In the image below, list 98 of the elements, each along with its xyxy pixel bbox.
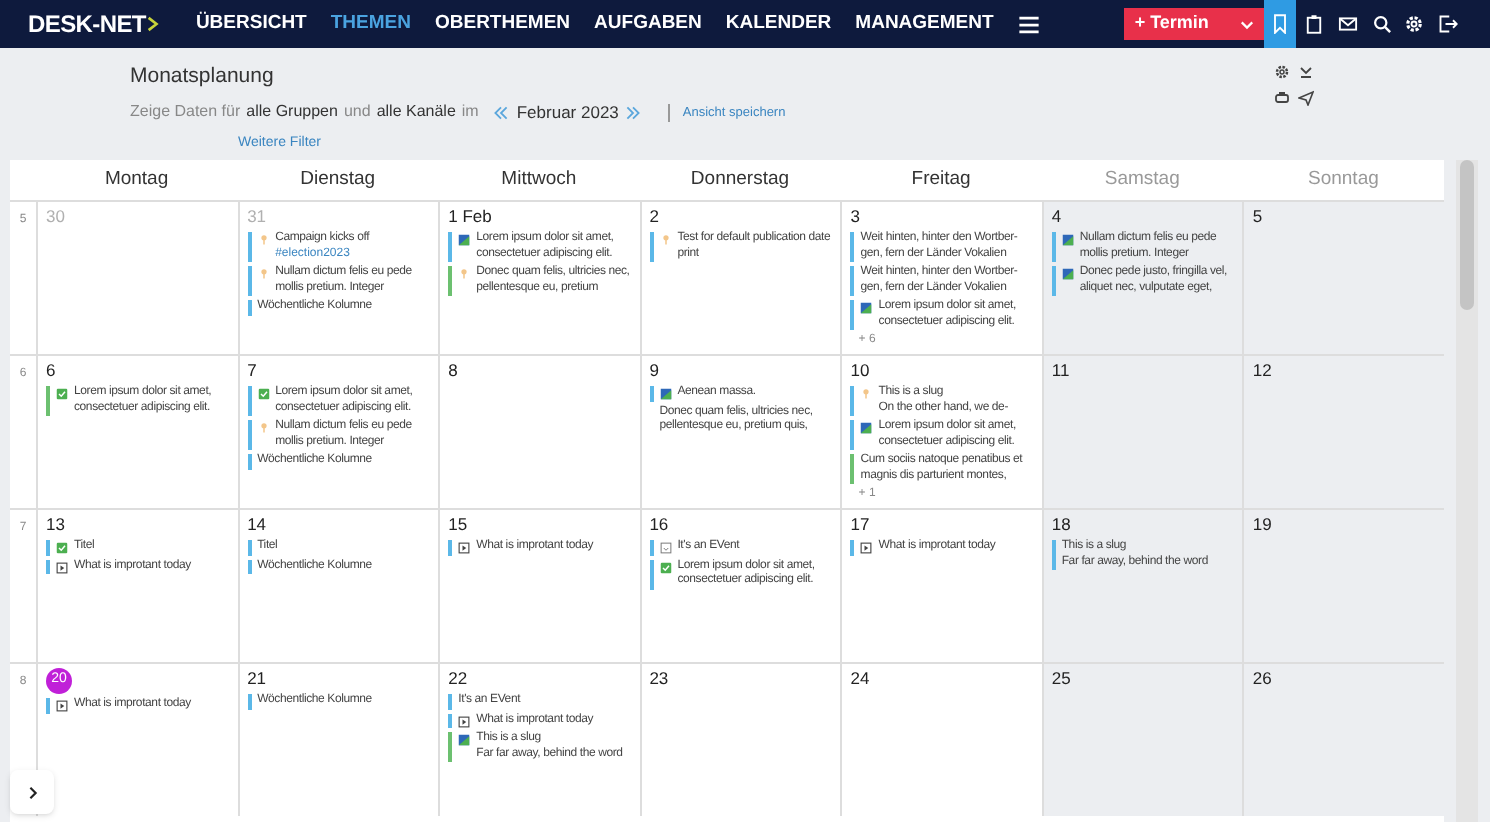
pin-icon <box>458 268 471 280</box>
day-number: 14 <box>247 514 267 536</box>
weekday-header: Mittwoch <box>501 165 577 194</box>
day-cell[interactable]: 23 <box>639 662 841 816</box>
day-number: 18 <box>1051 514 1071 536</box>
day-number: 11 <box>1051 360 1070 382</box>
nav-tab[interactable]: ÜBERSICHT <box>183 0 319 48</box>
day-cell[interactable]: 5 <box>1242 200 1444 354</box>
page-title: Monatsplanung <box>130 64 276 90</box>
image-icon <box>860 422 873 434</box>
clipboard-icon <box>1303 14 1324 34</box>
settings-icon[interactable] <box>1274 64 1290 80</box>
day-cell[interactable]: 19 <box>1242 508 1444 662</box>
day-number: 2 <box>649 206 659 228</box>
nav-tab[interactable]: MANAGEMENT <box>843 0 1006 48</box>
image-icon <box>458 234 471 246</box>
settings-icon <box>1404 14 1425 34</box>
pin-icon <box>659 234 672 246</box>
pin-icon <box>860 388 873 400</box>
image-icon <box>1061 268 1074 280</box>
day-number: 7 <box>247 360 257 382</box>
day-number: 25 <box>1051 668 1071 690</box>
day-number: 6 <box>46 360 56 382</box>
day-number: 31 <box>247 206 267 228</box>
day-number: 8 <box>448 360 458 382</box>
filter-value[interactable]: alle Gruppen <box>246 100 338 125</box>
image-icon <box>1061 234 1074 246</box>
day-number: 12 <box>1252 360 1272 382</box>
play-icon <box>458 715 471 727</box>
day-number: 16 <box>649 514 669 536</box>
weekday-header: Sonntag <box>1308 165 1379 194</box>
weekday-header: Montag <box>104 165 169 194</box>
day-number: 15 <box>448 514 468 536</box>
checkbox-icon <box>56 388 68 400</box>
bookmark-button[interactable] <box>1263 0 1297 48</box>
day-cell[interactable]: 11 <box>1041 354 1243 508</box>
nav-tab[interactable]: KALENDER <box>713 0 844 48</box>
download-icon[interactable] <box>1298 64 1314 80</box>
filter-label: im <box>461 100 479 125</box>
pin-icon <box>257 268 270 280</box>
day-cell[interactable]: 25 <box>1041 662 1243 816</box>
bookmark-icon <box>1270 14 1291 34</box>
weekday-header: Freitag <box>911 165 971 194</box>
weekday-header: Donnerstag <box>690 165 790 194</box>
logo-chevron-icon <box>145 14 160 34</box>
checkbox-icon <box>56 542 68 554</box>
logout-icon <box>1438 14 1459 34</box>
mail-icon <box>1337 14 1358 34</box>
day-number: 21 <box>247 668 267 690</box>
nav-tab[interactable]: AUFGABEN <box>582 0 714 48</box>
checkbox-icon <box>659 561 672 573</box>
filter-value[interactable]: alle Kanäle <box>376 100 456 125</box>
send-icon[interactable] <box>1298 90 1314 106</box>
day-number: 23 <box>649 668 669 690</box>
day-number: 4 <box>1051 206 1062 228</box>
day-number: 3 <box>850 206 861 228</box>
print-icon[interactable] <box>1274 90 1290 106</box>
checkbox-icon <box>257 388 270 400</box>
filter-label: und <box>343 100 371 125</box>
day-number: 5 <box>1252 206 1263 228</box>
logo-text: DESK-NET <box>28 8 146 42</box>
scrollbar[interactable] <box>1456 160 1478 822</box>
scrollbar-thumb[interactable] <box>1460 160 1474 310</box>
weekday-header: Dienstag <box>300 165 376 194</box>
day-number: 30 <box>46 206 65 228</box>
day-number: 17 <box>850 514 870 536</box>
chevron-right-icon <box>25 785 39 799</box>
play-icon <box>458 542 471 554</box>
image-icon <box>659 388 672 400</box>
pin-icon <box>257 234 270 246</box>
day-number: 26 <box>1252 668 1272 690</box>
pin-icon <box>257 422 270 434</box>
play-icon <box>56 561 68 573</box>
weekday-header: Samstag <box>1104 165 1180 194</box>
image-icon <box>458 734 471 746</box>
nav-tab[interactable]: THEMEN <box>318 0 423 48</box>
play-icon <box>56 700 68 712</box>
day-number: 22 <box>448 668 468 690</box>
search-icon <box>1371 14 1392 34</box>
day-number: 9 <box>649 360 659 382</box>
new-appointment-button[interactable]: + Termin <box>1124 8 1264 40</box>
day-number: 1 Feb <box>448 206 492 228</box>
event-icon <box>659 542 672 554</box>
caret-icon <box>1239 17 1254 31</box>
day-number: 10 <box>850 360 870 382</box>
filter-label: Zeige Daten für <box>130 100 241 125</box>
day-number: 13 <box>46 514 65 536</box>
day-number: 24 <box>850 668 870 690</box>
menu-icon[interactable] <box>1017 13 1040 35</box>
month-label: Februar 2023 <box>516 100 619 126</box>
day-cell[interactable]: 12 <box>1242 354 1444 508</box>
day-cell[interactable]: 24 <box>840 662 1042 816</box>
nav-tab[interactable]: OBERTHEMEN <box>422 0 583 48</box>
image-icon <box>860 302 873 314</box>
play-icon <box>860 542 873 554</box>
day-number: 19 <box>1252 514 1272 536</box>
day-cell[interactable]: 26 <box>1242 662 1444 816</box>
day-cell[interactable]: 8 <box>438 354 640 508</box>
